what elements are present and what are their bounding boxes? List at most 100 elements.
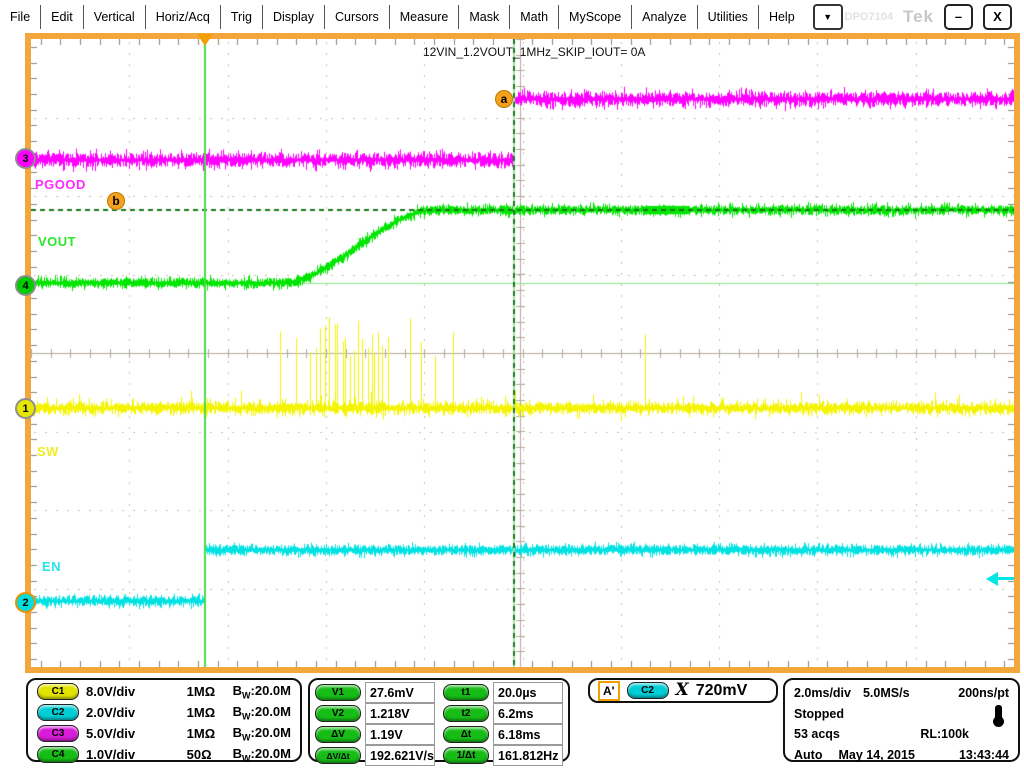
trace-label-vout: VOUT: [38, 234, 76, 249]
acq-row-datetime: Auto May 14, 2015 13:43:44: [794, 745, 1009, 766]
tek-logo: Tek: [903, 7, 934, 27]
acquisition-panel: 2.0ms/div 5.0MS/s 200ns/pt Stopped 53 ac…: [783, 678, 1020, 762]
cursor-b-handle[interactable]: b: [107, 192, 125, 210]
channel-2-marker[interactable]: 2: [15, 592, 36, 613]
menu-myscope[interactable]: MyScope: [559, 5, 632, 29]
readout-v1: V1 27.6mV: [315, 682, 435, 703]
channel-3-pill[interactable]: C3: [37, 725, 79, 742]
readout-dt: Δt 6.18ms: [443, 724, 563, 745]
dvdt-pill[interactable]: ΔV/Δt: [315, 747, 361, 764]
acq-state: Stopped: [794, 707, 844, 721]
channel-1-pill[interactable]: C1: [37, 683, 79, 700]
channel-4-marker[interactable]: 4: [15, 275, 36, 296]
arrow-tail: [997, 577, 1014, 580]
menu-mask[interactable]: Mask: [459, 5, 510, 29]
cursor-readout-panel: V1 27.6mV V2 1.218V ΔV 1.19V ΔV/Δt 192.6…: [308, 678, 570, 762]
trace-label-en: EN: [42, 559, 61, 574]
channel-row-c1: C1 8.0V/div 1MΩ BW:20.0M: [30, 681, 298, 702]
trigger-position-marker-icon[interactable]: [197, 34, 213, 46]
temperature-icon: [995, 705, 1002, 719]
v1-pill[interactable]: V1: [315, 684, 361, 701]
trigger-level-arrow-icon[interactable]: [986, 572, 1014, 586]
c2-bandwidth: BW:20.0M: [233, 704, 291, 722]
c3-scale: 5.0V/div: [86, 726, 135, 741]
menu-math[interactable]: Math: [510, 5, 559, 29]
channel-2-pill[interactable]: C2: [37, 704, 79, 721]
c1-bandwidth: BW:20.0M: [233, 683, 291, 701]
minimize-button[interactable]: –: [944, 4, 973, 30]
t2-value: 6.2ms: [493, 703, 563, 724]
t2-pill[interactable]: t2: [443, 705, 489, 722]
menu-file[interactable]: File: [0, 5, 41, 29]
v2-pill[interactable]: V2: [315, 705, 361, 722]
timebase-value: 2.0ms/div: [794, 686, 851, 700]
screen-annotation: 12VIN_1.2VOUT_1MHz_SKIP_IOUT= 0A: [423, 45, 645, 59]
trace-label-sw: SW: [37, 444, 59, 459]
c4-impedance: 50Ω: [187, 747, 233, 762]
readout-v2: V2 1.218V: [315, 703, 435, 724]
resolution-value: 200ns/pt: [958, 686, 1009, 700]
channel-1-marker[interactable]: 1: [15, 398, 36, 419]
channel-row-c2: C2 2.0V/div 1MΩ BW:20.0M: [30, 702, 298, 723]
graticule-frame: [25, 33, 1020, 673]
dt-value: 6.18ms: [493, 724, 563, 745]
dt-pill[interactable]: Δt: [443, 726, 489, 743]
menu-edit[interactable]: Edit: [41, 5, 84, 29]
chevron-down-icon: ▼: [823, 12, 832, 22]
trigger-ab-badge[interactable]: A': [598, 681, 620, 701]
trigger-mode: Auto: [794, 748, 822, 762]
c3-bandwidth: BW:20.0M: [233, 725, 291, 743]
trigger-source-pill[interactable]: C2: [627, 682, 669, 699]
trigger-type-icon: X: [676, 682, 689, 699]
freq-pill[interactable]: 1/Δt: [443, 747, 489, 764]
channel-readout-panel: C1 8.0V/div 1MΩ BW:20.0M C2 2.0V/div 1MΩ…: [26, 678, 302, 762]
menu-measure[interactable]: Measure: [390, 5, 460, 29]
menu-help[interactable]: Help: [759, 5, 805, 29]
v1-value: 27.6mV: [365, 682, 435, 703]
acq-row-timebase: 2.0ms/div 5.0MS/s 200ns/pt: [794, 683, 1009, 704]
time-value: 13:43:44: [959, 748, 1009, 762]
channel-row-c3: C3 5.0V/div 1MΩ BW:20.0M: [30, 723, 298, 744]
c1-scale: 8.0V/div: [86, 684, 135, 699]
c4-scale: 1.0V/div: [86, 747, 135, 762]
close-button[interactable]: X: [983, 4, 1012, 30]
sample-rate-value: 5.0MS/s: [863, 686, 910, 700]
channel-3-marker[interactable]: 3: [15, 148, 36, 169]
v2-value: 1.218V: [365, 703, 435, 724]
dv-value: 1.19V: [365, 724, 435, 745]
c2-impedance: 1MΩ: [187, 705, 233, 720]
readout-freq: 1/Δt 161.812Hz: [443, 745, 563, 766]
trace-label-pgood: PGOOD: [35, 177, 86, 192]
model-label: DPO7104: [845, 11, 893, 23]
c2-scale: 2.0V/div: [86, 705, 135, 720]
menu-cursors[interactable]: Cursors: [325, 5, 390, 29]
menu-vertical[interactable]: Vertical: [84, 5, 146, 29]
oscilloscope-app: File Edit Vertical Horiz/Acq Trig Displa…: [0, 0, 1024, 768]
trigger-level-value: 720mV: [696, 682, 748, 700]
date-value: May 14, 2015: [838, 748, 914, 762]
acq-row-count: 53 acqs RL:100k: [794, 724, 1009, 745]
readout-dv: ΔV 1.19V: [315, 724, 435, 745]
menu-bar: File Edit Vertical Horiz/Acq Trig Displa…: [0, 0, 1024, 33]
readout-t2: t2 6.2ms: [443, 703, 563, 724]
record-length: RL:100k: [920, 727, 969, 741]
waveform-display: [31, 39, 1014, 667]
t1-value: 20.0µs: [493, 682, 563, 703]
freq-value: 161.812Hz: [493, 745, 563, 766]
trigger-readout-panel: A' C2 X 720mV: [588, 678, 778, 703]
menu-overflow-button[interactable]: ▼: [813, 4, 843, 30]
menu-display[interactable]: Display: [263, 5, 325, 29]
cursor-a-handle[interactable]: a: [495, 90, 513, 108]
t1-pill[interactable]: t1: [443, 684, 489, 701]
menu-analyze[interactable]: Analyze: [632, 5, 697, 29]
channel-4-pill[interactable]: C4: [37, 746, 79, 763]
c4-bandwidth: BW:20.0M: [233, 746, 291, 764]
menu-utilities[interactable]: Utilities: [698, 5, 759, 29]
readout-t1: t1 20.0µs: [443, 682, 563, 703]
acq-count: 53 acqs: [794, 727, 840, 741]
menu-trig[interactable]: Trig: [221, 5, 263, 29]
dv-pill[interactable]: ΔV: [315, 726, 361, 743]
readout-dvdt: ΔV/Δt 192.621V/s: [315, 745, 435, 766]
acq-row-state: Stopped: [794, 704, 1009, 725]
menu-horiz-acq[interactable]: Horiz/Acq: [146, 5, 221, 29]
